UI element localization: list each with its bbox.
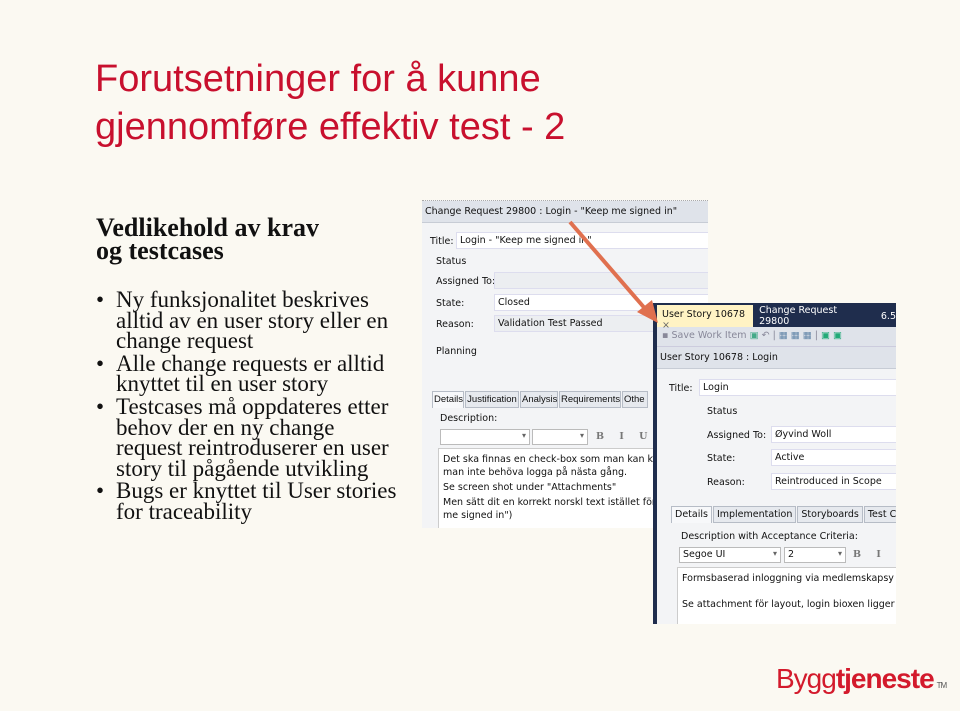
assigned-field[interactable]: Øyvind Woll	[771, 426, 896, 443]
logo-text: Bygg	[776, 663, 837, 694]
subhead-line: og testcases	[96, 236, 224, 265]
bullet-item: Testcases må oppdateres etter behov der …	[96, 395, 406, 480]
refresh-icon[interactable]: ▣	[750, 330, 759, 341]
reason-label: Reason:	[707, 477, 745, 488]
logo-text-bold: tjeneste	[835, 663, 935, 694]
reason-label: Reason:	[436, 319, 474, 330]
window-header: User Story 10678 : Login	[657, 347, 896, 369]
format-buttons[interactable]: B I	[853, 549, 887, 560]
tab-storyboards[interactable]: Storyboards	[797, 506, 863, 523]
tab-other[interactable]: Othe	[622, 391, 648, 408]
tab-user-story[interactable]: User Story 10678 ×	[657, 305, 754, 331]
status-label: Status	[707, 406, 738, 417]
title-field[interactable]: Login	[699, 379, 896, 396]
tab-implementation[interactable]: Implementation	[712, 506, 797, 523]
save-icon: ▪	[662, 330, 669, 341]
tab-test-cases[interactable]: Test Cas	[863, 506, 896, 523]
description-label: Description:	[440, 413, 498, 424]
window-header: Change Request 29800 : Login - "Keep me …	[422, 201, 708, 223]
font-dropdown[interactable]	[440, 429, 530, 445]
undo-icon[interactable]: ↶	[762, 330, 770, 341]
bullet-item: Ny funksjonalitet beskrives alltid av en…	[96, 288, 406, 352]
state-label: State:	[436, 298, 465, 309]
slide-title: Forutsetninger for å kunne gjennomføre ef…	[95, 55, 565, 151]
size-dropdown[interactable]	[532, 429, 588, 445]
document-tabs: User Story 10678 × Change Request 29800 …	[657, 305, 896, 331]
tab-analysis[interactable]: Analysis	[520, 391, 558, 408]
save-button[interactable]: Save Work Item	[671, 330, 746, 341]
assigned-field[interactable]	[494, 272, 708, 289]
title-line: Forutsetninger for å kunne	[95, 58, 541, 100]
tab-label: User Story 10678	[662, 309, 746, 320]
tab-justification[interactable]: Justification	[465, 391, 519, 408]
excel-icon[interactable]: ▣ ▣	[821, 330, 842, 341]
tab-change-request[interactable]: Change Request 29800	[753, 305, 867, 327]
text-line: Formsbaserad inloggning via medlemskapsy	[682, 573, 894, 584]
user-story-window: User Story 10678 × Change Request 29800 …	[653, 303, 896, 624]
toolbar: ▪ Save Work Item ▣ ↶ | ▦ ▦ ▦ | ▣ ▣	[657, 327, 896, 347]
company-logo: Byggtjeneste TM	[776, 663, 948, 695]
bullet-item: Bugs er knyttet til User stories for tra…	[96, 479, 406, 523]
font-dropdown[interactable]: Segoe UI	[679, 547, 781, 563]
description-editor[interactable]: Formsbaserad inloggning via medlemskapsy…	[677, 567, 896, 624]
bullet-list: Ny funksjonalitet beskrives alltid av en…	[96, 288, 406, 525]
link-icon[interactable]: ▦ ▦ ▦	[779, 330, 812, 341]
reason-field[interactable]: Reintroduced in Scope	[771, 473, 896, 490]
bullet-item: Alle change requests er alltid knyttet t…	[96, 352, 406, 396]
assigned-label: Assigned To:	[436, 276, 496, 287]
state-field[interactable]: Active	[771, 449, 896, 466]
assigned-label: Assigned To:	[707, 430, 767, 441]
title-field[interactable]: Login - "Keep me signed in"	[456, 232, 708, 249]
tab-details[interactable]: Details	[671, 506, 712, 523]
tab-bar: Details Justification Analysis Requireme…	[432, 391, 649, 408]
tab-details[interactable]: Details	[432, 391, 464, 408]
tab-bar: Details Implementation Storyboards Test …	[671, 506, 896, 523]
tab-requirements[interactable]: Requirements	[559, 391, 621, 408]
format-buttons[interactable]: B I U	[596, 431, 653, 442]
slide-subheading: Vedlikehold av krav og testcases	[96, 215, 319, 265]
planning-label: Planning	[436, 346, 477, 357]
title-label: Title:	[430, 236, 454, 247]
description-label: Description with Acceptance Criteria:	[681, 531, 858, 542]
size-dropdown[interactable]: 2	[784, 547, 846, 563]
status-label: Status	[436, 256, 467, 267]
trademark: TM	[936, 681, 948, 690]
text-line: Se attachment för layout, login bioxen l…	[682, 599, 895, 610]
title-label: Title:	[669, 383, 693, 394]
title-line: gjennomføre effektiv test - 2	[95, 106, 566, 148]
state-label: State:	[707, 453, 736, 464]
tab-overflow[interactable]: 6.5	[867, 311, 896, 322]
